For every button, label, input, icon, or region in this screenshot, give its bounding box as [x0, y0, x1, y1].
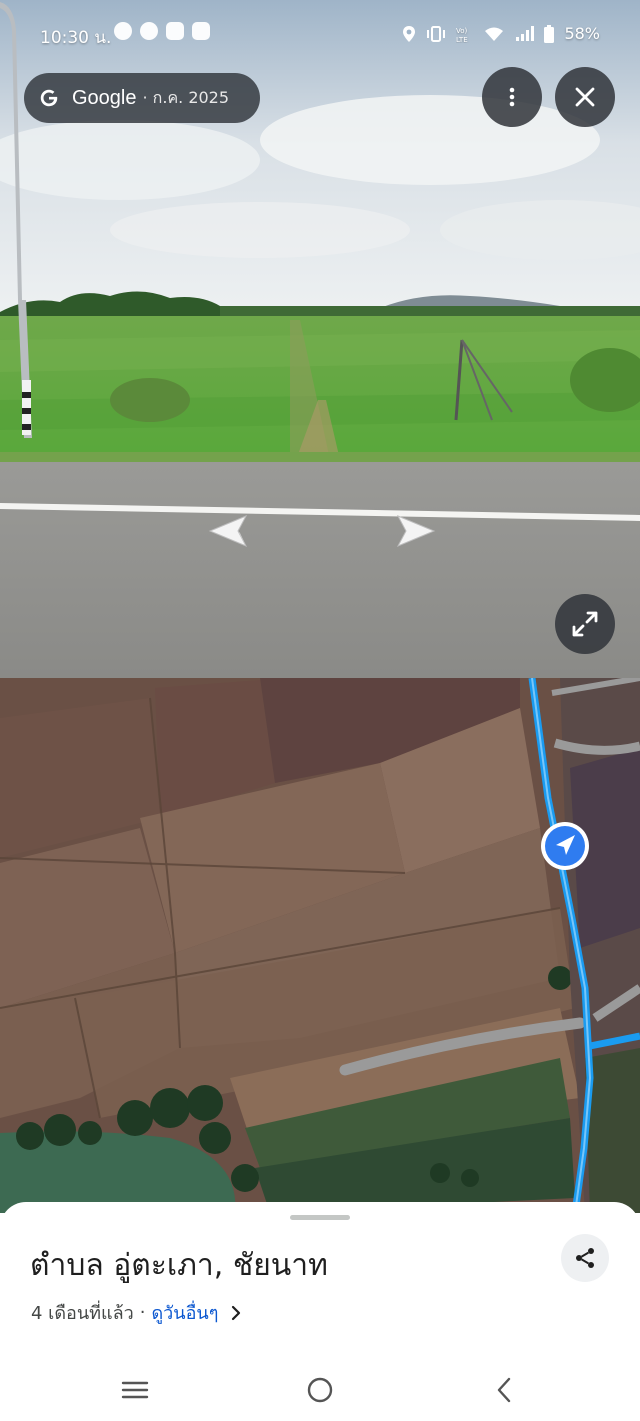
close-button[interactable]	[555, 67, 615, 127]
navigate-left-arrow[interactable]	[202, 512, 248, 550]
messenger-icon	[114, 22, 132, 40]
google-brand: Google	[72, 86, 137, 109]
share-icon	[576, 1248, 594, 1268]
drag-handle[interactable]	[290, 1215, 350, 1220]
location-icon	[403, 25, 416, 42]
battery-percentage: 58%	[564, 24, 600, 43]
street-view-panorama[interactable]: 10:30 น. Vo) LTE 58% Google · ก.ค. 2025	[0, 0, 640, 678]
imagery-age-row: 4 เดือนที่แล้ว · ดูวันอื่นๆ	[31, 1298, 242, 1327]
pegman-location-marker[interactable]	[540, 821, 590, 871]
signal-icon	[516, 25, 535, 41]
battery-icon	[544, 24, 555, 43]
line-icon	[140, 22, 158, 40]
close-icon	[575, 87, 595, 107]
volte-icon: Vo)LTE	[456, 27, 468, 43]
chevron-right-icon[interactable]	[230, 1305, 242, 1321]
chat-icon	[166, 22, 184, 40]
more-vert-icon	[509, 87, 515, 107]
expand-icon	[572, 611, 598, 637]
imagery-age: 4 เดือนที่แล้ว	[31, 1303, 134, 1324]
wifi-icon	[485, 27, 504, 41]
status-time: 10:30 น.	[40, 28, 112, 48]
recents-icon	[121, 1381, 149, 1399]
back-icon	[497, 1377, 511, 1403]
system-navigation-bar	[0, 1356, 640, 1421]
fullscreen-button[interactable]	[555, 594, 615, 654]
status-bar: 10:30 น. Vo) LTE 58%	[0, 0, 640, 70]
notification-icons	[114, 22, 210, 40]
recents-button[interactable]	[117, 1372, 153, 1408]
home-button[interactable]	[302, 1372, 338, 1408]
satellite-map[interactable]	[0, 678, 640, 1213]
see-other-dates-link[interactable]: ดูวันอื่นๆ	[151, 1298, 218, 1327]
system-icons: Vo) LTE 58%	[402, 24, 600, 43]
navigate-right-arrow[interactable]	[396, 512, 442, 550]
satellite-imagery	[0, 678, 640, 1213]
back-button[interactable]	[486, 1372, 522, 1408]
svg-text:Vo): Vo)	[456, 27, 468, 35]
mail-icon	[192, 22, 210, 40]
svg-text:LTE: LTE	[456, 36, 468, 43]
vibrate-icon	[427, 25, 446, 42]
place-title: ตำบล อู่ตะเภา, ชัยนาท	[30, 1248, 328, 1283]
home-icon	[307, 1377, 333, 1403]
google-g-icon	[40, 89, 58, 107]
imagery-date: · ก.ค. 2025	[142, 87, 230, 107]
imagery-date-pill[interactable]: Google · ก.ค. 2025	[24, 73, 260, 123]
share-button[interactable]	[561, 1234, 609, 1282]
more-options-button[interactable]	[482, 67, 542, 127]
separator-dot: ·	[139, 1302, 146, 1323]
